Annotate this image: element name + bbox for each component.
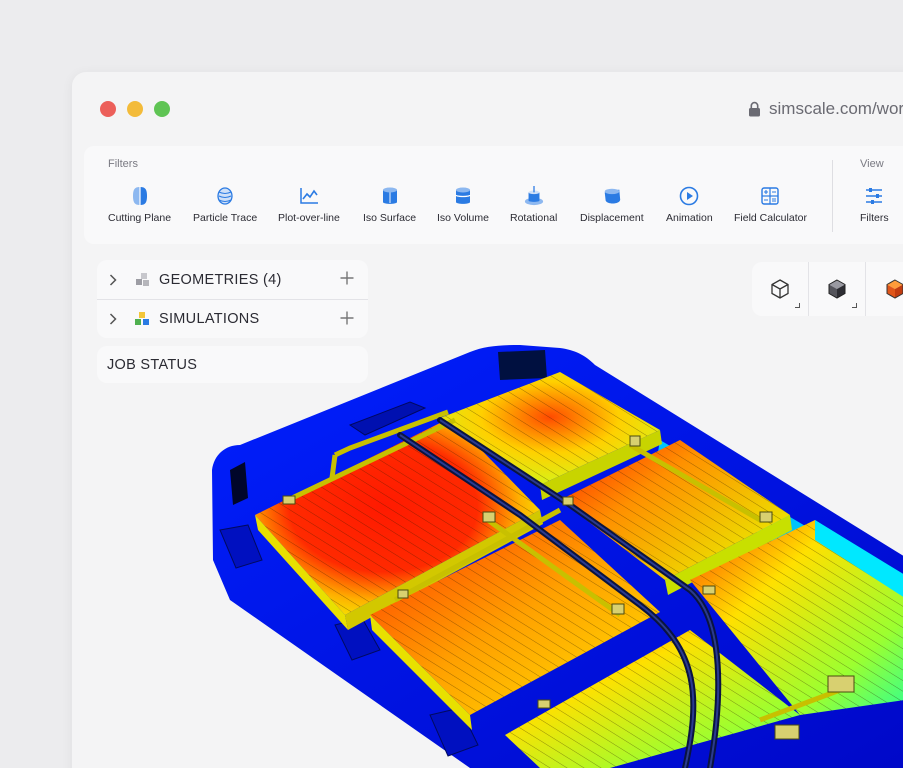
app-window: simscale.com/worl Filters View Cutting P…: [72, 72, 903, 768]
simulation-blocks-icon: [133, 311, 153, 327]
tool-label: Field Calculator: [734, 212, 807, 224]
lock-icon: [749, 101, 760, 117]
rotational-button[interactable]: Rotational: [510, 186, 557, 224]
solid-view-button[interactable]: [809, 262, 866, 316]
colored-cube-icon: [886, 279, 903, 299]
tool-label: Plot-over-line: [278, 212, 340, 224]
chevron-right-icon[interactable]: [109, 313, 123, 325]
cutting-plane-button[interactable]: Cutting Plane: [108, 186, 171, 224]
solid-cube-icon: [828, 279, 846, 299]
cutting-plane-icon: [130, 186, 150, 206]
tool-label: Cutting Plane: [108, 212, 172, 224]
rotational-icon: [524, 186, 544, 206]
post-processing-toolbar: Filters View Cutting Plane Particle Trac…: [84, 146, 903, 244]
url-text: simscale.com/worl: [769, 99, 903, 118]
tool-label: Iso Surface: [363, 212, 417, 224]
iso-volume-button[interactable]: Iso Volume: [437, 186, 489, 224]
tree-item-simulations[interactable]: SIMULATIONS: [97, 299, 368, 338]
field-calculator-icon: [760, 186, 780, 206]
add-simulation-icon[interactable]: [340, 311, 354, 329]
address-bar[interactable]: simscale.com/worl: [748, 99, 903, 119]
field-calculator-button[interactable]: Field Calculator: [734, 186, 807, 224]
view-filters-button[interactable]: Filters: [860, 186, 889, 224]
tool-label: Displacement: [580, 212, 644, 224]
particle-trace-button[interactable]: Particle Trace: [193, 186, 257, 224]
tool-label: Rotational: [510, 212, 558, 224]
wireframe-view-button[interactable]: [752, 262, 809, 316]
iso-surface-icon: [380, 186, 400, 206]
add-geometry-icon[interactable]: [340, 271, 354, 289]
corner-indicator: [795, 303, 800, 308]
sliders-icon: [864, 186, 884, 206]
maximize-window-button[interactable]: [154, 101, 170, 117]
job-status-panel[interactable]: JOB STATUS: [97, 346, 368, 383]
view-mode-toolbar: [752, 262, 903, 316]
animation-icon: [679, 186, 699, 206]
toolbar-divider: [832, 160, 833, 232]
iso-surface-button[interactable]: Iso Surface: [363, 186, 416, 224]
tool-label: Filters: [860, 212, 889, 224]
filters-group-label: Filters: [108, 158, 138, 170]
colored-view-button[interactable]: [866, 262, 903, 316]
plot-over-line-button[interactable]: Plot-over-line: [278, 186, 340, 224]
animation-button[interactable]: Animation: [666, 186, 713, 224]
chevron-right-icon[interactable]: [109, 273, 123, 286]
iso-volume-icon: [453, 186, 473, 206]
simulations-label: SIMULATIONS: [159, 311, 260, 327]
simulation-tree: GEOMETRIES (4) SIMULATIONS: [97, 260, 368, 338]
window-controls: [100, 101, 170, 117]
tool-label: Iso Volume: [437, 212, 489, 224]
close-window-button[interactable]: [100, 101, 116, 117]
tool-label: Animation: [666, 212, 713, 224]
job-status-label: JOB STATUS: [107, 356, 198, 373]
tool-label: Particle Trace: [193, 212, 258, 224]
tree-item-geometries[interactable]: GEOMETRIES (4): [97, 260, 368, 299]
particle-trace-icon: [215, 186, 235, 206]
displacement-icon: [602, 186, 622, 206]
corner-indicator: [852, 303, 857, 308]
geometries-label: GEOMETRIES (4): [159, 271, 282, 288]
plot-over-line-icon: [299, 186, 319, 206]
minimize-window-button[interactable]: [127, 101, 143, 117]
displacement-button[interactable]: Displacement: [580, 186, 644, 224]
wireframe-cube-icon: [771, 279, 789, 299]
view-group-label: View: [860, 158, 884, 170]
geometry-blocks-icon: [133, 272, 153, 288]
